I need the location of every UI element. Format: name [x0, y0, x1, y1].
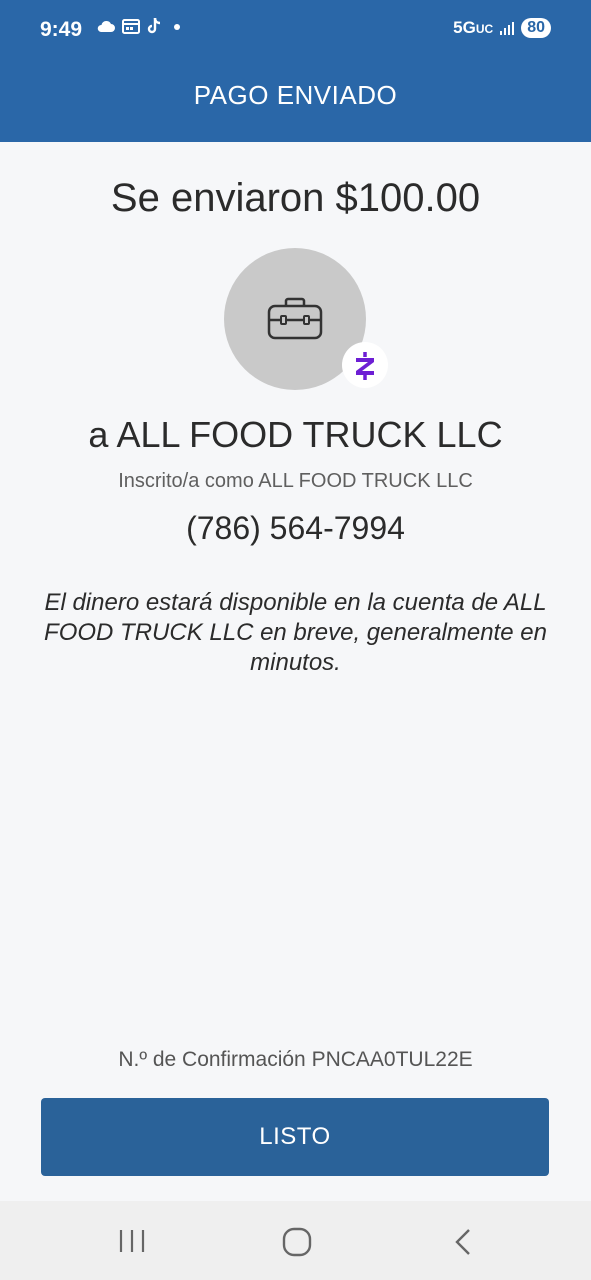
- app-header: PAGO ENVIADO: [0, 50, 591, 142]
- calendar-icon: [122, 19, 140, 34]
- back-icon[interactable]: [452, 1227, 474, 1257]
- briefcase-icon: [267, 297, 323, 340]
- confirmation-number: N.º de Confirmación PNCAA0TUL22E: [118, 1048, 473, 1071]
- zelle-badge: [342, 342, 388, 388]
- page-title: PAGO ENVIADO: [193, 80, 398, 110]
- network-label: 5GUC: [453, 18, 494, 37]
- recipient-name: a ALL FOOD TRUCK LLC: [88, 414, 503, 455]
- amount-sent-text: Se enviaron $100.00: [110, 176, 481, 220]
- system-nav-bar: [0, 1201, 591, 1280]
- status-notification-icons: [96, 17, 182, 35]
- dot-icon: [174, 24, 180, 30]
- signal-icon: [500, 22, 515, 35]
- status-time: 9:49: [40, 18, 83, 41]
- zelle-logo: [356, 352, 374, 380]
- status-system-icons: 5GUC 80: [453, 18, 551, 38]
- done-button[interactable]: LISTO: [41, 1098, 549, 1176]
- network-suffix: UC: [475, 22, 494, 36]
- home-icon[interactable]: [281, 1227, 313, 1257]
- availability-notice: El dinero estará disponible en la cuenta…: [44, 589, 547, 676]
- battery-indicator: 80: [521, 18, 551, 38]
- cloud-icon: [97, 20, 115, 32]
- recent-apps-icon[interactable]: [117, 1227, 147, 1255]
- enrolled-as-text: Inscrito/a como ALL FOOD TRUCK LLC: [118, 470, 473, 492]
- recipient-phone: (786) 564-7994: [186, 510, 405, 546]
- tiktok-icon: [147, 17, 161, 34]
- status-bar: 9:49 5GUC 80: [0, 0, 591, 50]
